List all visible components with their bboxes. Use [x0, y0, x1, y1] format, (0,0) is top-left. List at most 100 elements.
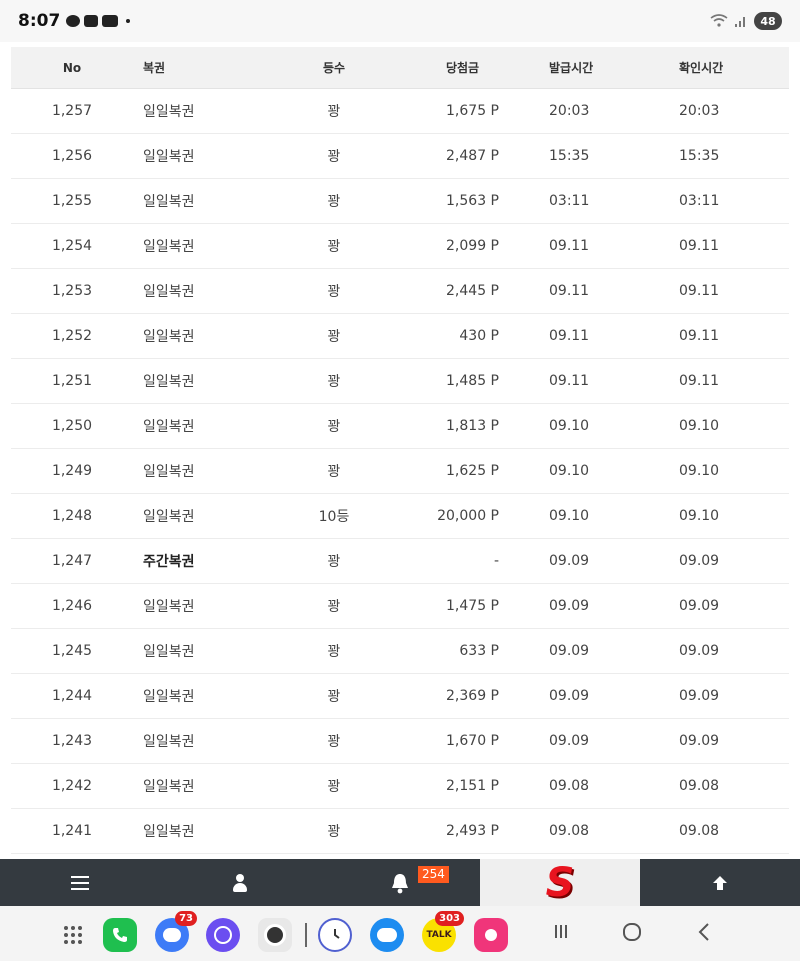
- app-drawer-button[interactable]: [64, 918, 82, 944]
- cell-no: 1,250: [11, 403, 133, 449]
- recent-apps-button[interactable]: [552, 922, 570, 944]
- cell-issued-time: 09.11: [527, 268, 657, 314]
- cell-rank: 꽝: [271, 673, 397, 719]
- cell-no: 1,242: [11, 763, 133, 809]
- cell-checked-time: 20:03: [657, 88, 789, 134]
- cell-lottery-name: 일일복권: [133, 88, 271, 134]
- cell-checked-time: 09.11: [657, 268, 789, 314]
- cell-issued-time: 09.08: [527, 808, 657, 854]
- samsung-pass-app[interactable]: [370, 918, 404, 952]
- cell-rank: 꽝: [271, 178, 397, 224]
- cell-issued-time: 09.09: [527, 718, 657, 764]
- table-row[interactable]: 1,252 일일복권 꽝 430 P 09.11 09.11: [11, 313, 789, 359]
- cell-prize: 633 P: [397, 628, 527, 674]
- gallery-app[interactable]: [474, 918, 508, 952]
- cell-no: 1,256: [11, 133, 133, 179]
- home-button[interactable]: [622, 922, 642, 946]
- cell-issued-time: 09.11: [527, 313, 657, 359]
- table-row[interactable]: 1,243 일일복권 꽝 1,670 P 09.09 09.09: [11, 718, 789, 764]
- cell-lottery-name: 일일복권: [133, 763, 271, 809]
- cell-no: 1,255: [11, 178, 133, 224]
- table-row[interactable]: 1,256 일일복권 꽝 2,487 P 15:35 15:35: [11, 133, 789, 179]
- table-row[interactable]: 1,254 일일복권 꽝 2,099 P 09.11 09.11: [11, 223, 789, 269]
- kakaotalk-label: TALK: [426, 930, 452, 940]
- cell-rank: 꽝: [271, 268, 397, 314]
- cell-prize: 2,151 P: [397, 763, 527, 809]
- messages-badge: 73: [175, 911, 197, 926]
- bell-icon: [392, 873, 408, 893]
- cell-checked-time: 09.11: [657, 223, 789, 269]
- cell-checked-time: 09.09: [657, 718, 789, 764]
- status-right: 48: [710, 12, 782, 30]
- clock-app[interactable]: [318, 918, 352, 952]
- chat-notification-icon: [66, 15, 81, 27]
- back-button[interactable]: [696, 922, 712, 946]
- home-logo-button[interactable]: S: [480, 859, 640, 906]
- cell-rank: 꽝: [271, 808, 397, 854]
- header-no: No: [11, 47, 133, 89]
- table-row[interactable]: 1,244 일일복권 꽝 2,369 P 09.09 09.09: [11, 673, 789, 719]
- cell-checked-time: 09.08: [657, 763, 789, 809]
- header-name: 복권: [133, 47, 271, 89]
- table-row[interactable]: 1,245 일일복권 꽝 633 P 09.09 09.09: [11, 628, 789, 674]
- table-row[interactable]: 1,241 일일복권 꽝 2,493 P 09.08 09.08: [11, 808, 789, 854]
- dock-separator: [305, 923, 307, 947]
- cell-prize: 2,099 P: [397, 223, 527, 269]
- table-row[interactable]: 1,242 일일복권 꽝 2,151 P 09.08 09.08: [11, 763, 789, 809]
- cell-checked-time: 09.08: [657, 808, 789, 854]
- cell-prize: 1,670 P: [397, 718, 527, 764]
- cell-lottery-name: 일일복권: [133, 403, 271, 449]
- cell-rank: 꽝: [271, 628, 397, 674]
- table-row[interactable]: 1,246 일일복권 꽝 1,475 P 09.09 09.09: [11, 583, 789, 629]
- phone-icon: [103, 918, 137, 952]
- table-row[interactable]: 1,253 일일복권 꽝 2,445 P 09.11 09.11: [11, 268, 789, 314]
- messages-app[interactable]: 73: [155, 911, 197, 952]
- scroll-top-button[interactable]: [640, 859, 800, 906]
- cell-issued-time: 09.08: [527, 763, 657, 809]
- phone-app[interactable]: [103, 918, 137, 952]
- cell-prize: 2,445 P: [397, 268, 527, 314]
- cell-issued-time: 09.09: [527, 538, 657, 584]
- cell-rank: 꽝: [271, 403, 397, 449]
- cell-prize: 430 P: [397, 313, 527, 359]
- cell-lottery-name: 일일복권: [133, 313, 271, 359]
- lottery-history-table: No 복권 등수 당첨금 발급시간 확인시간 1,257 일일복권 꽝 1,675 P…: [11, 47, 789, 899]
- cell-rank: 꽝: [271, 133, 397, 179]
- cell-lottery-name: 일일복권: [133, 448, 271, 494]
- cell-no: 1,254: [11, 223, 133, 269]
- kakaotalk-app[interactable]: TALK 303: [422, 911, 464, 952]
- table-row[interactable]: 1,248 일일복권 10등 20,000 P 09.10 09.10: [11, 493, 789, 539]
- flower-icon: [474, 918, 508, 952]
- cell-lottery-name: 일일복권: [133, 178, 271, 224]
- cell-issued-time: 15:35: [527, 133, 657, 179]
- cell-lottery-name: 일일복권: [133, 583, 271, 629]
- cell-lottery-name: 일일복권: [133, 718, 271, 764]
- table-row[interactable]: 1,250 일일복권 꽝 1,813 P 09.10 09.10: [11, 403, 789, 449]
- cell-lottery-name: 일일복권: [133, 673, 271, 719]
- cell-lottery-name: 일일복권: [133, 808, 271, 854]
- table-row[interactable]: 1,255 일일복권 꽝 1,563 P 03:11 03:11: [11, 178, 789, 224]
- menu-button[interactable]: [0, 859, 160, 906]
- cell-checked-time: 15:35: [657, 133, 789, 179]
- cell-lottery-name: 일일복권: [133, 493, 271, 539]
- table-row[interactable]: 1,249 일일복권 꽝 1,625 P 09.10 09.10: [11, 448, 789, 494]
- cell-prize: 20,000 P: [397, 493, 527, 539]
- user-button[interactable]: [160, 859, 320, 906]
- camera-icon: [258, 918, 292, 952]
- cell-checked-time: 09.09: [657, 538, 789, 584]
- battery-icon: 48: [754, 12, 782, 30]
- status-time: 8:07: [18, 11, 61, 31]
- camera-app[interactable]: [258, 918, 292, 952]
- cell-checked-time: 09.09: [657, 628, 789, 674]
- notification-button[interactable]: [320, 859, 480, 906]
- cell-no: 1,244: [11, 673, 133, 719]
- cell-prize: 1,475 P: [397, 583, 527, 629]
- table-row[interactable]: 1,251 일일복권 꽝 1,485 P 09.11 09.11: [11, 358, 789, 404]
- table-row[interactable]: 1,247 주간복권 꽝 -09.09 09.09: [11, 538, 789, 584]
- dock-divider: [305, 918, 307, 947]
- header-issued: 발급시간: [527, 47, 657, 89]
- browser-app[interactable]: [206, 918, 240, 952]
- table-row[interactable]: 1,257 일일복권 꽝 1,675 P 20:03 20:03: [11, 88, 789, 134]
- chat-bubble-icon: [370, 918, 404, 952]
- cell-prize: 1,675 P: [397, 88, 527, 134]
